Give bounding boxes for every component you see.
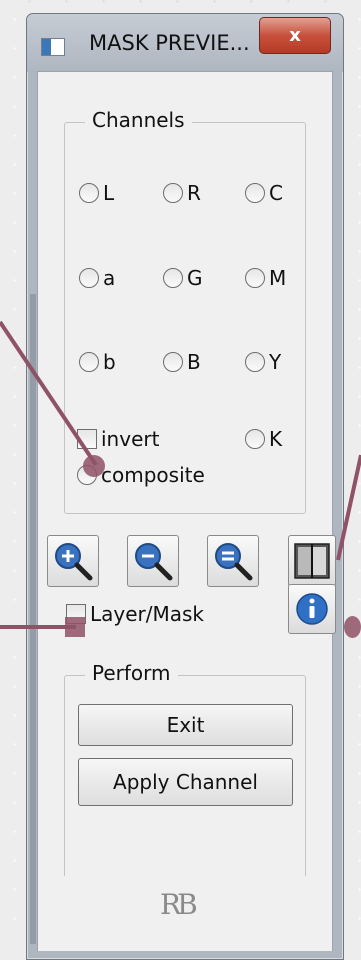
annotation-overlay xyxy=(0,320,361,629)
annotation-marker-info xyxy=(344,616,361,638)
annotation-line-split-view xyxy=(336,454,361,561)
annotation-line-composite xyxy=(0,320,98,467)
annotation-marker-composite xyxy=(83,455,105,477)
annotation-marker-layer-mask xyxy=(65,617,85,637)
